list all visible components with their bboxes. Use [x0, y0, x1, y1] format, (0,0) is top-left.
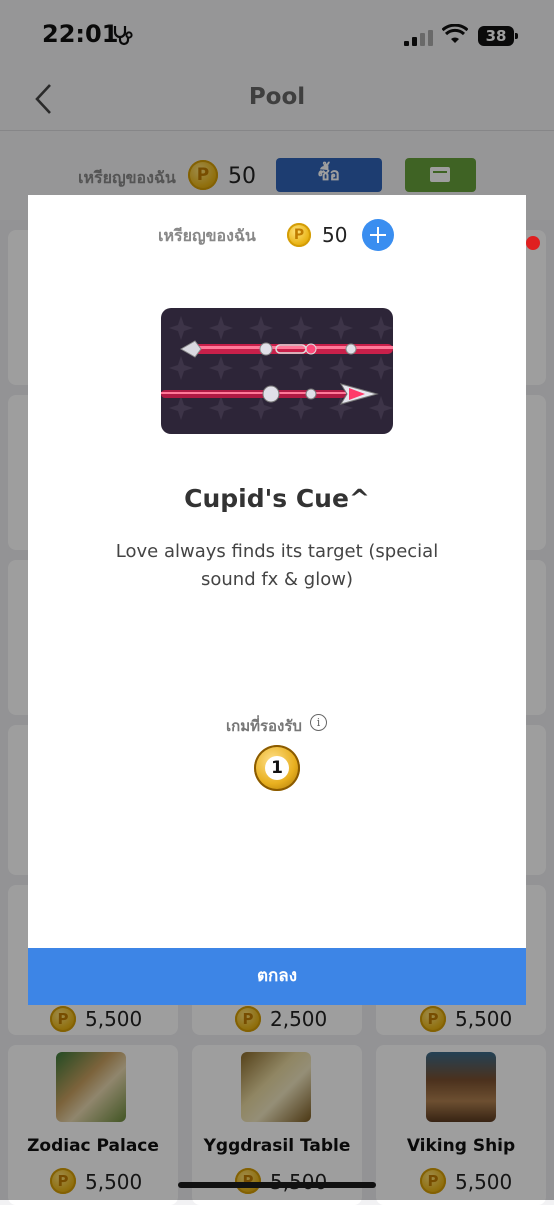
ok-button[interactable]: ตกลง: [28, 948, 526, 1005]
ball-number: 1: [265, 756, 289, 780]
item-name: Cupid's Cue^: [184, 484, 370, 513]
info-icon[interactable]: i: [310, 714, 327, 731]
notification-dot: [526, 236, 540, 250]
modal-wallet-coins: 50: [322, 223, 348, 247]
home-indicator[interactable]: [178, 1182, 376, 1188]
modal-wallet-label: เหรียญของฉัน: [158, 226, 256, 245]
item-description: Love always finds its target (special so…: [115, 541, 439, 590]
eight-ball-game-icon: 1: [254, 745, 300, 791]
add-coins-button[interactable]: [362, 219, 394, 251]
coin-icon: P: [287, 223, 311, 247]
cue-preview-image: [161, 308, 393, 434]
supported-games-label: เกมที่รองรับ: [226, 717, 302, 735]
